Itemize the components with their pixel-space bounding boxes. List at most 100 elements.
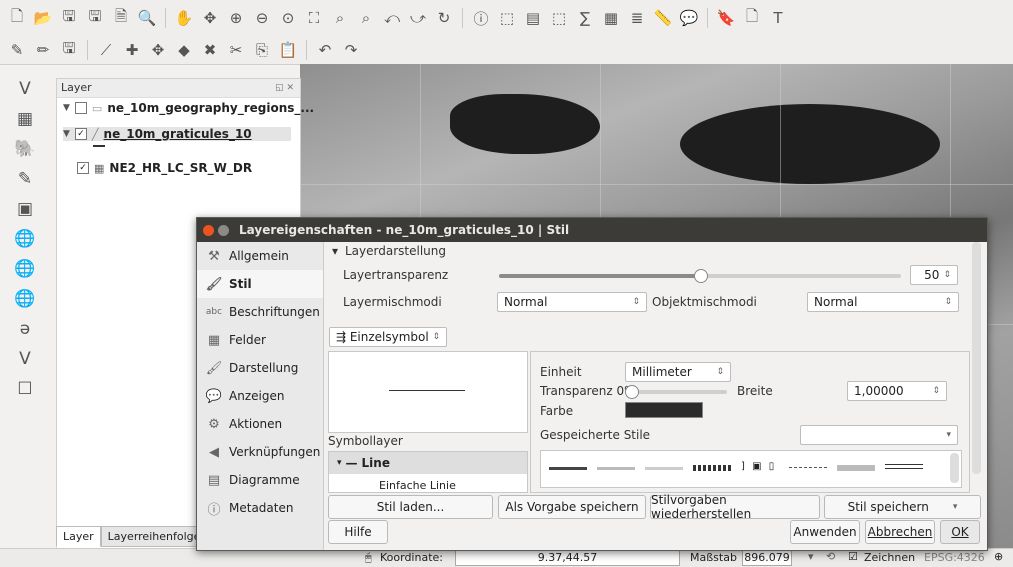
blend-mode-select[interactable]: Normal ⇕ bbox=[497, 292, 647, 312]
color-button[interactable] bbox=[625, 402, 703, 418]
globe-icon[interactable]: ⊕ bbox=[994, 550, 1003, 563]
load-style-button[interactable]: Stil laden... bbox=[328, 495, 493, 519]
restore-default-button[interactable]: Stilvorgaben wiederherstellen bbox=[650, 493, 820, 521]
spin-arrows-icon[interactable]: ⇕ bbox=[932, 386, 940, 396]
add-raster-layer-icon[interactable]: ▦ bbox=[14, 108, 36, 130]
map-tips-icon[interactable]: 💬 bbox=[678, 7, 700, 29]
style-gallery[interactable]: ] ▣ ▯ bbox=[540, 450, 962, 488]
bookmark-icon[interactable]: 🔖 bbox=[715, 7, 737, 29]
width-spinbox[interactable]: 1,00000 ⇕ bbox=[847, 381, 947, 401]
zoom-native-icon[interactable]: ⊙ bbox=[277, 7, 299, 29]
add-wfs-layer-icon[interactable]: 🌐 bbox=[14, 288, 36, 310]
cancel-button[interactable]: Abbrechen bbox=[865, 520, 935, 544]
sidebar-item-aktionen[interactable]: ⚙ Aktionen bbox=[197, 410, 323, 438]
layer-transparency-spinbox[interactable]: 50 ⇕ bbox=[910, 265, 958, 285]
redo-icon[interactable]: ↷ bbox=[340, 39, 362, 61]
sidebar-item-allgemein[interactable]: ⚒ Allgemein bbox=[197, 242, 323, 270]
style-swatch[interactable] bbox=[645, 467, 683, 470]
node-tool-icon[interactable]: ◆ bbox=[173, 39, 195, 61]
add-vector-layer-icon[interactable]: V bbox=[14, 78, 36, 100]
unit-select[interactable]: Millimeter ⇕ bbox=[625, 362, 731, 382]
apply-button[interactable]: Anwenden bbox=[790, 520, 860, 544]
measure-icon[interactable]: 📏 bbox=[652, 7, 674, 29]
layer-checkbox[interactable]: ✓ bbox=[74, 128, 87, 140]
sidebar-item-anzeigen[interactable]: 💬 Anzeigen bbox=[197, 382, 323, 410]
coordinate-field[interactable]: 9.37,44.57 bbox=[455, 550, 680, 566]
delete-selected-icon[interactable]: ✖ bbox=[199, 39, 221, 61]
dialog-scrollbar[interactable] bbox=[972, 242, 981, 474]
symbol-tree-child[interactable]: Einfache Linie bbox=[379, 479, 456, 492]
add-postgis-layer-icon[interactable]: 🐘 bbox=[14, 138, 36, 160]
style-swatch[interactable] bbox=[837, 465, 875, 471]
style-swatch[interactable]: ] ▣ ▯ bbox=[741, 461, 776, 472]
style-swatch[interactable] bbox=[693, 465, 731, 471]
move-feature-icon[interactable]: ✥ bbox=[147, 39, 169, 61]
add-spatialite-layer-icon[interactable]: ✎ bbox=[14, 168, 36, 190]
expand-arrow-icon[interactable]: ▾ bbox=[337, 458, 342, 468]
add-feature-icon[interactable]: ✚ bbox=[121, 39, 143, 61]
expand-arrow-icon[interactable]: ▼ bbox=[63, 103, 70, 113]
sidebar-item-darstellung[interactable]: 🖌 Darstellung bbox=[197, 354, 323, 382]
select-by-value-icon[interactable]: ▤ bbox=[522, 7, 544, 29]
style-swatch[interactable] bbox=[789, 467, 827, 469]
crs-label[interactable]: EPSG:4326 bbox=[924, 551, 985, 564]
save-project-icon[interactable]: 🖫 bbox=[58, 7, 80, 29]
zoom-to-layer-icon[interactable]: ⌕ bbox=[355, 7, 377, 29]
close-icon[interactable] bbox=[203, 224, 214, 236]
text-annotation-icon[interactable]: T bbox=[767, 7, 789, 29]
pan-to-selection-icon[interactable]: ✥ bbox=[199, 7, 221, 29]
attribute-table-icon[interactable]: ▦ bbox=[600, 7, 622, 29]
zoom-to-selection-icon[interactable]: ⌕ bbox=[329, 7, 351, 29]
copy-features-icon[interactable]: ⎘ bbox=[251, 39, 273, 61]
scale-field[interactable]: 896.079 bbox=[742, 550, 792, 566]
layer-item[interactable]: ✓ ▦ NE2_HR_LC_SR_W_DR bbox=[77, 161, 252, 175]
zoom-out-icon[interactable]: ⊖ bbox=[251, 7, 273, 29]
style-swatch[interactable] bbox=[597, 467, 635, 470]
refresh-icon[interactable]: ↻ bbox=[433, 7, 455, 29]
tab-layer-order[interactable]: Layerreihenfolge bbox=[100, 526, 208, 547]
zoom-in-icon[interactable]: ⊕ bbox=[225, 7, 247, 29]
slider-knob[interactable] bbox=[625, 385, 639, 399]
add-mssql-layer-icon[interactable]: ▣ bbox=[14, 198, 36, 220]
cut-features-icon[interactable]: ✂ bbox=[225, 39, 247, 61]
save-default-button[interactable]: Als Vorgabe speichern bbox=[498, 495, 646, 519]
layer-checkbox[interactable] bbox=[74, 102, 87, 114]
new-print-layout-icon[interactable]: 🗎 bbox=[110, 7, 132, 29]
layer-transparency-slider[interactable] bbox=[499, 269, 901, 283]
save-edits-icon[interactable]: 🖫 bbox=[58, 39, 80, 61]
save-as-icon[interactable]: 🖫 bbox=[84, 7, 106, 29]
help-button[interactable]: Hilfe bbox=[328, 520, 388, 544]
new-bookmark-icon[interactable]: 🗋 bbox=[741, 7, 763, 29]
sidebar-item-metadaten[interactable]: ⓘ Metadaten bbox=[197, 494, 323, 522]
feature-blend-select[interactable]: Normal ⇕ bbox=[807, 292, 959, 312]
gallery-scrollbar[interactable] bbox=[950, 453, 959, 483]
sidebar-item-stil[interactable]: 🖌 Stil bbox=[197, 270, 323, 298]
new-project-icon[interactable]: 🗋 bbox=[6, 7, 28, 29]
style-swatch[interactable] bbox=[549, 467, 587, 470]
layer-item[interactable]: ▼ ▭ ne_10m_geography_regions_... bbox=[63, 101, 314, 115]
current-edits-icon[interactable]: ✎ bbox=[6, 39, 28, 61]
panel-float-close-icon[interactable]: ◱ ✕ bbox=[275, 79, 294, 97]
sidebar-item-verknüpfungen[interactable]: ◀ Verknüpfungen bbox=[197, 438, 323, 466]
identify-icon[interactable]: ⓘ bbox=[470, 7, 492, 29]
digitize-icon[interactable]: ⟋ bbox=[95, 39, 117, 61]
statistics-icon[interactable]: ≣ bbox=[626, 7, 648, 29]
add-delimited-text-icon[interactable]: ǝ bbox=[14, 318, 36, 340]
ok-button[interactable]: OK bbox=[940, 520, 980, 544]
transparency-slider[interactable] bbox=[625, 385, 727, 399]
pan-icon[interactable]: ✋ bbox=[173, 7, 195, 29]
open-project-icon[interactable]: 📂 bbox=[32, 7, 54, 29]
paste-features-icon[interactable]: 📋 bbox=[277, 39, 299, 61]
new-temp-layer-icon[interactable]: ☐ bbox=[14, 378, 36, 400]
deselect-icon[interactable]: ⬚ bbox=[548, 7, 570, 29]
sidebar-item-diagramme[interactable]: ▤ Diagramme bbox=[197, 466, 323, 494]
save-style-button[interactable]: Stil speichern ▾ bbox=[824, 495, 981, 519]
add-wms-layer-icon[interactable]: 🌐 bbox=[14, 228, 36, 250]
saved-styles-select[interactable]: ▾ bbox=[800, 425, 958, 445]
zoom-next-icon[interactable]: ⤻ bbox=[407, 7, 429, 29]
render-checkbox[interactable]: ☑ bbox=[848, 550, 858, 563]
sidebar-item-beschriftungen[interactable]: abc Beschriftungen bbox=[197, 298, 323, 326]
renderer-select[interactable]: ⇶ Einzelsymbol ⇕ bbox=[329, 327, 447, 347]
field-calculator-icon[interactable]: ∑ bbox=[574, 7, 596, 29]
undo-icon[interactable]: ↶ bbox=[314, 39, 336, 61]
